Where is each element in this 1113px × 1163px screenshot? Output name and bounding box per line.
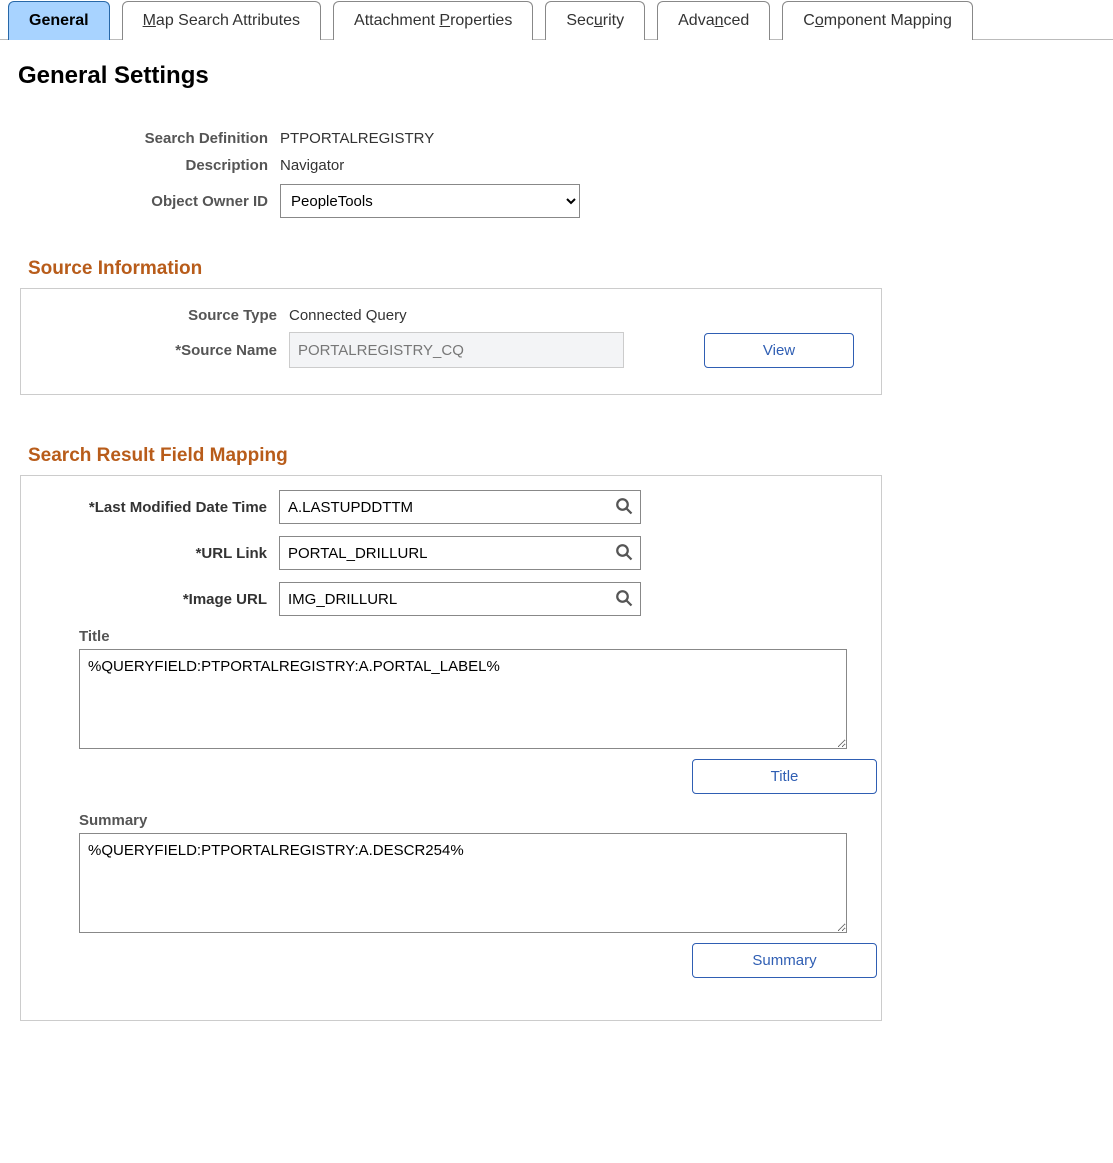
search-definition-label: Search Definition: [20, 130, 280, 147]
source-info-section: Source Type Connected Query *Source Name…: [20, 288, 882, 395]
tab-advanced[interactable]: Advanced: [657, 1, 770, 40]
search-definition-value: PTPORTALREGISTRY: [280, 130, 434, 147]
url-link-label: *URL Link: [29, 545, 279, 562]
mapping-section: *Last Modified Date Time *URL Link *Imag…: [20, 475, 882, 1021]
page-title: General Settings: [18, 62, 1113, 90]
summary-label: Summary: [79, 812, 861, 829]
title-button[interactable]: Title: [692, 759, 877, 794]
content-area: Search Definition PTPORTALREGISTRY Descr…: [0, 130, 1113, 1111]
title-label: Title: [79, 628, 861, 645]
tab-security[interactable]: Security: [545, 1, 645, 40]
source-info-title: Source Information: [28, 258, 1093, 280]
mapping-title: Search Result Field Mapping: [28, 445, 1093, 467]
title-textarea[interactable]: [79, 649, 847, 749]
description-label: Description: [20, 157, 280, 174]
general-fields: Search Definition PTPORTALREGISTRY Descr…: [20, 130, 1093, 218]
tab-general[interactable]: General: [8, 1, 110, 40]
source-type-value: Connected Query: [289, 307, 407, 324]
source-name-input[interactable]: [289, 332, 624, 368]
description-value: Navigator: [280, 157, 344, 174]
source-name-label: *Source Name: [41, 342, 289, 359]
source-type-label: Source Type: [41, 307, 289, 324]
tab-component-mapping[interactable]: Component Mapping: [782, 1, 973, 40]
lastmod-label: *Last Modified Date Time: [29, 499, 279, 516]
tab-attachment-properties[interactable]: Attachment Properties: [333, 1, 533, 40]
tab-map-search-attributes[interactable]: Map Search Attributes: [122, 1, 321, 40]
url-link-input[interactable]: [279, 536, 641, 570]
image-url-input[interactable]: [279, 582, 641, 616]
image-url-label: *Image URL: [29, 591, 279, 608]
view-button[interactable]: View: [704, 333, 854, 368]
summary-button[interactable]: Summary: [692, 943, 877, 978]
summary-textarea[interactable]: [79, 833, 847, 933]
owner-id-label: Object Owner ID: [20, 193, 280, 210]
owner-id-select[interactable]: PeopleTools: [280, 184, 580, 218]
tab-bar: General Map Search Attributes Attachment…: [0, 0, 1113, 40]
lastmod-input[interactable]: [279, 490, 641, 524]
